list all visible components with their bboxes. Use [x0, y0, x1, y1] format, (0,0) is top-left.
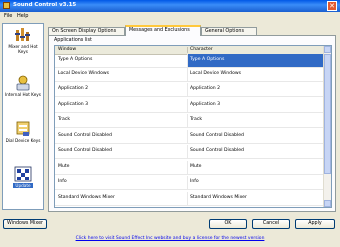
table-cell: Local Device Windows — [190, 71, 242, 76]
menu-file[interactable]: File — [4, 13, 12, 19]
table-row[interactable]: Standard Windows Mixer Standard Windows … — [55, 192, 325, 206]
sidebar-item-update[interactable]: Update — [3, 166, 43, 189]
table-row[interactable]: Type A Options Type A Options — [55, 54, 325, 68]
table-cell: Sound Control Disabled — [58, 133, 112, 138]
column-header-window[interactable]: Window — [58, 47, 76, 52]
app-icon — [3, 2, 10, 9]
scroll-down-button[interactable] — [324, 200, 331, 207]
table-row[interactable]: Local Device Windows Local Device Window… — [55, 68, 325, 82]
table-row[interactable]: Track Track — [55, 114, 325, 128]
tab-general-options[interactable]: General Options — [201, 27, 257, 35]
menu-bar: File Help — [0, 12, 340, 21]
table-cell: Local Device Windows — [58, 71, 110, 76]
window-title: Sound Control v3.15 — [13, 2, 77, 8]
ok-button[interactable]: OK — [209, 219, 247, 229]
close-button[interactable]: ✕ — [327, 1, 337, 11]
table-cell: Standard Windows Mixer — [190, 195, 247, 200]
table-cell: Type A Options — [58, 57, 93, 62]
title-bar: Sound Control v3.15 ✕ — [0, 0, 340, 12]
table-cell: Info — [58, 179, 67, 184]
table-cell: Application 2 — [190, 86, 221, 91]
sidebar-item-mixer[interactable]: Mixer and Hot Keys — [3, 27, 43, 54]
sidebar-item-dial-device-keys[interactable]: Dial Device Keys — [3, 121, 43, 143]
table-row[interactable]: Application 2 Application 2 — [55, 83, 325, 97]
table-cell: Sound Control Disabled — [190, 133, 244, 138]
sidebar-item-label: Mixer and Hot Keys — [8, 44, 38, 54]
sidebar-item-label: Internal Hot Keys — [5, 92, 41, 97]
tab-messages-exclusions[interactable]: Messages and Exclusions — [125, 25, 201, 36]
table-cell: Track — [190, 117, 203, 122]
column-header-character[interactable]: Character — [190, 47, 213, 52]
mixer-icon — [14, 27, 32, 43]
update-icon — [14, 166, 32, 182]
sidebar-item-label: Dial Device Keys — [5, 138, 41, 143]
tab-on-screen-display[interactable]: On Screen Display Options — [48, 27, 125, 35]
scroll-up-button[interactable] — [324, 46, 331, 53]
table-cell: Info — [190, 179, 199, 184]
menu-help[interactable]: Help — [17, 13, 28, 19]
apply-button[interactable]: Apply — [295, 219, 335, 229]
table-cell: Mute — [58, 164, 70, 169]
group-label: Applications list — [54, 38, 92, 43]
table-row[interactable]: Sound Control Disabled Sound Control Dis… — [55, 145, 325, 159]
table-cell: Application 3 — [190, 102, 221, 107]
table-cell: Type A Options — [190, 57, 225, 62]
sidebar: Mixer and Hot Keys Internal Hot Keys Dia… — [2, 23, 44, 210]
table-cell: Sound Control Disabled — [190, 148, 244, 153]
table-row[interactable]: Application 3 Application 3 — [55, 99, 325, 113]
applications-list[interactable]: Window Character Type A Options Type A O… — [54, 45, 332, 208]
sidebar-item-internal-hot-keys[interactable]: Internal Hot Keys — [3, 75, 43, 97]
tab-panel: Applications list Window Character Type … — [48, 35, 336, 212]
table-cell: Application 3 — [58, 102, 89, 107]
table-cell: Standard Windows Mixer — [58, 195, 115, 200]
table-row[interactable]: Mute Mute — [55, 161, 325, 175]
cancel-button[interactable]: Cancel — [252, 219, 290, 229]
table-cell: Mute — [190, 164, 202, 169]
table-cell: Application 2 — [58, 86, 89, 91]
table-cell: Sound Control Disabled — [58, 148, 112, 153]
sidebar-item-label: Update — [13, 183, 33, 188]
hotkeys-icon — [14, 75, 32, 91]
table-cell: Track — [58, 117, 71, 122]
dial-device-icon — [14, 121, 32, 137]
table-row[interactable]: Sound Control Disabled Sound Control Dis… — [55, 130, 325, 144]
footer-link[interactable]: Click here to visit Sound Effect Inc web… — [0, 236, 340, 241]
table-row[interactable]: Info Info — [55, 176, 325, 190]
windows-mixer-button[interactable]: Windows Mixer — [3, 219, 47, 229]
scroll-thumb[interactable] — [324, 54, 331, 174]
vertical-scrollbar[interactable] — [323, 46, 331, 207]
